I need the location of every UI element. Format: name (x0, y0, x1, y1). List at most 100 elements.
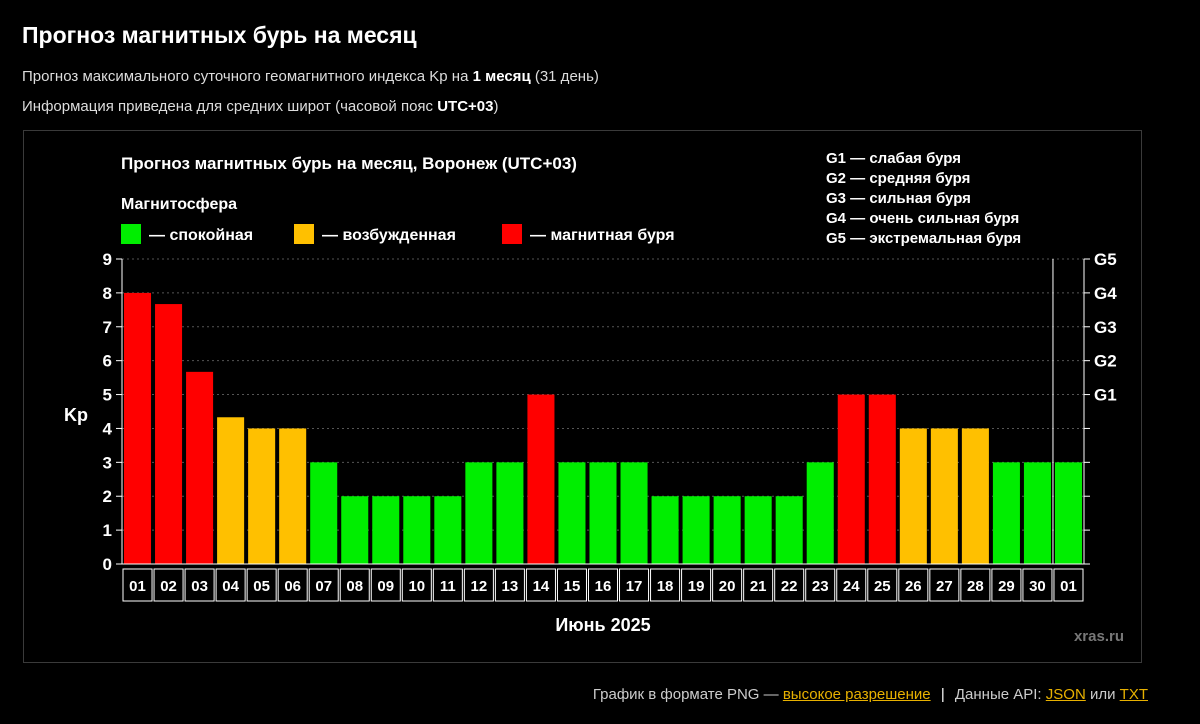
x-tick-label: 16 (595, 578, 612, 595)
y-tick-label: 6 (103, 352, 112, 371)
x-tick-label: 30 (1029, 578, 1046, 595)
forecast-days: (31 день) (530, 68, 599, 85)
chart-text: 0123456789G1G2G3G4G501 02 03 04 05 06 07 08 09 10… (64, 150, 1124, 645)
right-axis-label: G3 (1094, 318, 1117, 337)
y-tick-label: 3 (103, 453, 112, 472)
timezone-description-text: Информация приведена для средних широт (… (22, 98, 438, 115)
y-tick-label: 1 (103, 521, 112, 540)
bar-day-29 (992, 462, 1020, 564)
bar-day-6 (279, 428, 307, 564)
x-tick-label: 08 (346, 578, 363, 595)
x-tick-label: 04 (222, 578, 239, 595)
y-tick-label: 9 (103, 250, 112, 269)
forecast-description-text: Прогноз максимального суточного геомагни… (22, 68, 473, 85)
forecast-description: Прогноз максимального суточного геомагни… (22, 68, 599, 85)
bar-day-5 (248, 428, 276, 564)
y-tick-label: 2 (103, 487, 112, 506)
bar-day-16 (589, 462, 617, 564)
bar-day-3 (186, 371, 214, 564)
bar-day-28 (961, 428, 989, 564)
y-tick-label: 4 (103, 419, 113, 438)
forecast-period: 1 месяц (472, 68, 531, 85)
x-tick-label: 01 (129, 578, 146, 595)
y-tick-label: 5 (103, 386, 112, 405)
x-tick-label: 13 (502, 578, 519, 595)
x-tick-label: 25 (874, 578, 891, 595)
right-axis-label: G1 (1094, 386, 1117, 405)
x-tick-label: 14 (533, 578, 550, 595)
bar-day-26 (899, 428, 927, 564)
bar-day-2 (155, 304, 183, 564)
footer: График в формате PNG — высокое разрешени… (593, 686, 1148, 703)
legend-swatch-00ee00 (121, 224, 141, 244)
x-tick-label: 06 (284, 578, 301, 595)
x-tick-label: 17 (626, 578, 643, 595)
storm-scale-item: G4 — очень сильная буря (826, 210, 1019, 227)
page-title: Прогноз магнитных бурь на месяц (22, 22, 417, 48)
bar-day-20 (713, 496, 741, 564)
x-tick-label: 07 (315, 578, 332, 595)
bar-day-7 (310, 462, 338, 564)
x-tick-label: 21 (750, 578, 767, 595)
y-tick-label: 7 (103, 318, 112, 337)
bar-day-15 (558, 462, 586, 564)
y-tick-label: 0 (103, 555, 112, 574)
legend-swatch-ff0000 (502, 224, 522, 244)
bar-day-10 (403, 496, 431, 564)
chart-frame: 0 1 2 3 4 5 6 7 8 9 G1 G2 G3 G4 G5 01 02 03 04 05 06 07 08 09 10… (23, 130, 1142, 663)
x-axis-label: Июнь 2025 (555, 615, 650, 635)
legend-title: Магнитосфера (121, 196, 237, 213)
bar-day-1 (124, 292, 152, 564)
storm-scale-item: G1 — слабая буря (826, 150, 961, 167)
x-tick-label: 02 (160, 578, 177, 595)
y-axis-label: Kp (64, 405, 88, 425)
bar-day-23 (806, 462, 834, 564)
x-tick-label: 29 (998, 578, 1015, 595)
x-tick-label: 24 (843, 578, 860, 595)
timezone-description: Информация приведена для средних широт (… (22, 98, 498, 115)
y-tick-label: 8 (103, 284, 112, 303)
x-tick-label: 28 (967, 578, 984, 595)
png-prefix: График в формате PNG — (592, 686, 779, 703)
bar-day-24 (837, 394, 865, 564)
txt-link[interactable]: TXT (1120, 686, 1148, 703)
bar-day-14 (527, 394, 555, 564)
x-tick-label: 23 (812, 578, 829, 595)
bar-day-8 (341, 496, 369, 564)
right-axis-label: G5 (1094, 250, 1117, 269)
x-tick-label: 01 (1060, 578, 1077, 595)
legend-swatch-ffc000 (294, 224, 314, 244)
bar-day-27 (930, 428, 958, 564)
right-axis-label: G4 (1094, 284, 1117, 303)
chart-title: Прогноз магнитных бурь на месяц, Воронеж… (121, 154, 577, 173)
x-tick-label: 10 (408, 578, 425, 595)
json-link[interactable]: JSON (1046, 686, 1086, 703)
storm-scale-item: G3 — сильная буря (826, 190, 971, 207)
legend-label: — спокойная (149, 227, 253, 244)
storm-scale-item: G2 — средняя буря (826, 170, 970, 187)
bar-day-31 (1054, 462, 1082, 564)
x-tick-label: 09 (377, 578, 394, 595)
x-tick-label: 18 (657, 578, 674, 595)
bar-day-9 (372, 496, 400, 564)
right-axis-label: G2 (1094, 352, 1117, 371)
legend-label: — магнитная буря (530, 227, 675, 244)
high-resolution-link[interactable]: высокое разрешение (783, 686, 931, 703)
kp-forecast-chart: 0123456789G1G2G3G4G501 02 03 04 05 06 07 08 09 10… (64, 150, 1124, 645)
x-tick-label: 20 (719, 578, 736, 595)
bar-day-12 (465, 462, 493, 564)
bar-day-21 (744, 496, 772, 564)
bar-day-30 (1023, 462, 1051, 564)
bar-day-17 (620, 462, 648, 564)
bar-day-11 (434, 496, 462, 564)
bar-day-25 (868, 394, 896, 564)
x-tick-label: 15 (564, 578, 581, 595)
bar-day-19 (682, 496, 710, 564)
x-tick-label: 26 (905, 578, 922, 595)
x-tick-label: 22 (781, 578, 798, 595)
x-tick-label: 03 (191, 578, 208, 595)
legend-label: — возбужденная (322, 227, 456, 244)
timezone-value: UTC+03 (437, 98, 494, 115)
timezone-suffix: ) (493, 98, 499, 115)
or-text: или (1089, 686, 1116, 703)
